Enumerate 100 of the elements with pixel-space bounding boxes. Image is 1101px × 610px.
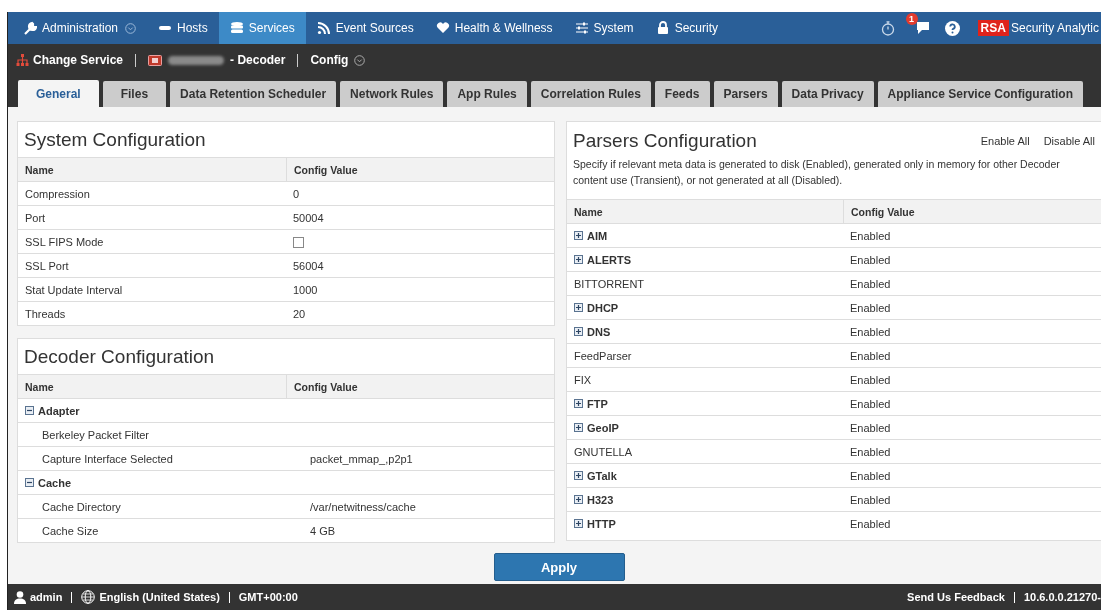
table-cell-text: Enabled bbox=[849, 325, 892, 338]
table-cell-text: 1000 bbox=[292, 283, 319, 296]
expand-icon bbox=[574, 399, 583, 408]
timer-button[interactable] bbox=[880, 20, 895, 36]
stopwatch-icon bbox=[880, 20, 895, 36]
tab[interactable]: Files bbox=[102, 81, 167, 107]
apply-button[interactable]: Apply bbox=[493, 553, 625, 581]
parser-name: AIM bbox=[587, 229, 608, 242]
parser-name: DNS bbox=[587, 325, 611, 338]
tab[interactable]: General bbox=[18, 80, 99, 107]
nav-item[interactable]: Health & Wellness bbox=[424, 12, 564, 44]
table-cell-text: Capture Interface Selected bbox=[41, 452, 174, 465]
expand-icon bbox=[574, 495, 583, 504]
parser-name: GeoIP bbox=[587, 421, 619, 434]
table-cell-text: Stat Update Interval bbox=[24, 283, 124, 296]
tree-toggle[interactable] bbox=[25, 406, 34, 415]
column-header[interactable]: Config Value bbox=[844, 200, 922, 223]
tab[interactable]: Network Rules bbox=[340, 81, 444, 107]
service-selector[interactable]: - Decoder bbox=[148, 53, 286, 67]
table-cell-text: 20 bbox=[292, 307, 307, 320]
action-link[interactable]: Disable All bbox=[1043, 135, 1095, 147]
redacted-block bbox=[168, 55, 225, 65]
table-cell-text: 56004 bbox=[292, 259, 325, 272]
timezone-text: GMT+00:00 bbox=[238, 591, 298, 603]
nav-item[interactable]: System bbox=[563, 12, 645, 44]
tree-toggle[interactable] bbox=[574, 327, 583, 336]
parser-name: ALERTS bbox=[587, 253, 631, 266]
table-cell-text: 0 bbox=[292, 187, 301, 200]
column-header[interactable]: Config Value bbox=[287, 375, 365, 398]
tree-toggle[interactable] bbox=[574, 231, 583, 240]
checkbox[interactable] bbox=[293, 236, 304, 248]
tab[interactable]: Parsers bbox=[713, 81, 778, 107]
user-name: admin bbox=[30, 591, 63, 603]
table-cell-text: packet_mmap_,p2p1 bbox=[309, 452, 414, 465]
table-cell-text: Enabled bbox=[849, 421, 892, 434]
tab[interactable]: Correlation Rules bbox=[530, 81, 651, 107]
expand-icon bbox=[574, 231, 583, 240]
language-selector[interactable]: English (United States) bbox=[99, 591, 220, 603]
table-cell-text: Enabled bbox=[849, 349, 892, 362]
help-button[interactable] bbox=[944, 20, 960, 36]
column-header[interactable]: Name bbox=[18, 158, 287, 181]
chevron-circle-icon bbox=[354, 54, 366, 66]
chat-bubble-icon bbox=[914, 21, 931, 35]
decoder-icon bbox=[148, 54, 163, 66]
table-cell-text: Enabled bbox=[849, 517, 892, 530]
collapse-icon bbox=[25, 478, 34, 487]
rss-icon bbox=[316, 21, 331, 35]
tab[interactable]: App Rules bbox=[447, 81, 527, 107]
table-cell-text: SSL FIPS Mode bbox=[24, 235, 105, 248]
lock-icon bbox=[655, 21, 670, 35]
column-header[interactable]: Name bbox=[18, 375, 287, 398]
expand-icon bbox=[574, 471, 583, 480]
table-cell-text: Enabled bbox=[849, 253, 892, 266]
tree-toggle[interactable] bbox=[574, 255, 583, 264]
parser-name: BITTORRENT bbox=[574, 277, 645, 290]
tab[interactable]: Feeds bbox=[654, 81, 710, 107]
tree-toggle[interactable] bbox=[25, 478, 34, 487]
change-service-link[interactable]: Change Service bbox=[16, 53, 124, 67]
collapse-icon bbox=[25, 406, 34, 415]
table-cell-text: 4 GB bbox=[309, 524, 337, 537]
table-cell-text: Enabled bbox=[849, 229, 892, 242]
tree-toggle[interactable] bbox=[574, 471, 583, 480]
group-name: Adapter bbox=[38, 404, 80, 417]
parser-name: GTalk bbox=[587, 469, 617, 482]
feedback-link[interactable]: Send Us Feedback bbox=[907, 591, 1005, 603]
table-cell-text: Compression bbox=[24, 187, 91, 200]
nav-item[interactable]: Services bbox=[218, 12, 306, 44]
tab[interactable]: Appliance Service Configuration bbox=[877, 81, 1083, 107]
table-cell-text: 50004 bbox=[292, 211, 325, 224]
tab[interactable]: Data Privacy bbox=[781, 81, 874, 107]
nav-item[interactable]: Hosts bbox=[147, 12, 219, 44]
tree-toggle[interactable] bbox=[574, 399, 583, 408]
action-link[interactable]: Enable All bbox=[980, 135, 1030, 147]
globe-icon bbox=[81, 590, 96, 604]
panel-title: Parsers Configuration bbox=[573, 130, 757, 152]
database-icon bbox=[229, 21, 244, 35]
parser-name: H323 bbox=[587, 493, 614, 506]
tab[interactable]: Data Retention Scheduler bbox=[170, 81, 337, 107]
tree-toggle[interactable] bbox=[574, 495, 583, 504]
parser-name: FeedParser bbox=[574, 349, 632, 362]
notifications-button[interactable] bbox=[914, 21, 931, 35]
table-cell-text: Enabled bbox=[849, 397, 892, 410]
parser-name: FTP bbox=[587, 397, 608, 410]
table-cell-text: Berkeley Packet Filter bbox=[41, 428, 150, 441]
table-cell-text: /var/netwitness/cache bbox=[309, 500, 417, 513]
table-cell-text: Enabled bbox=[849, 373, 892, 386]
column-header[interactable]: Name bbox=[567, 200, 844, 223]
wrench-icon bbox=[23, 21, 37, 35]
tree-toggle[interactable] bbox=[574, 303, 583, 312]
column-header[interactable]: Config Value bbox=[287, 158, 365, 181]
parser-name: FIX bbox=[574, 373, 592, 386]
table-cell-text: Port bbox=[24, 211, 47, 224]
notification-badge: 1 bbox=[905, 13, 918, 25]
nav-item[interactable]: Event Sources bbox=[305, 12, 425, 44]
tree-toggle[interactable] bbox=[574, 519, 583, 528]
view-selector[interactable]: Config bbox=[310, 53, 366, 67]
nav-item[interactable]: Administration bbox=[12, 12, 148, 44]
nav-item[interactable]: Security bbox=[644, 12, 729, 44]
expand-icon bbox=[574, 519, 583, 528]
tree-toggle[interactable] bbox=[574, 423, 583, 432]
